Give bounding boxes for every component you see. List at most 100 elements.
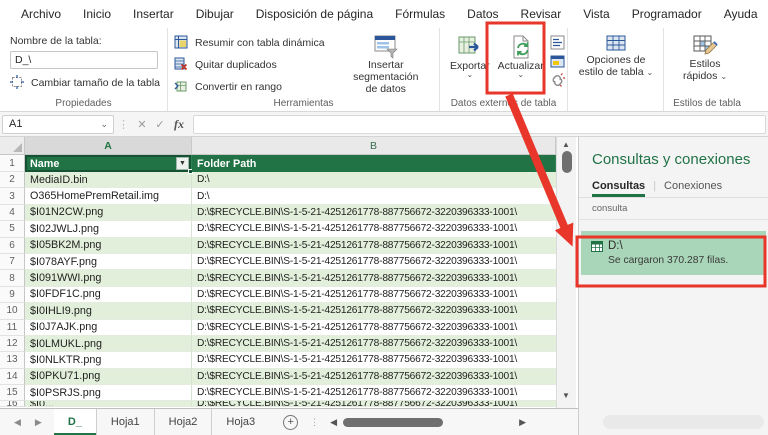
cell-name[interactable]: $I0FDF1C.png xyxy=(25,286,192,304)
pivot-summarize-button[interactable]: Resumir con tabla dinámica xyxy=(174,34,325,52)
row-number[interactable]: 6 xyxy=(0,237,25,254)
cell-path[interactable]: D:\$RECYCLE.BIN\S-1-5-21-4251261778-8877… xyxy=(192,368,556,386)
tab-revisar[interactable]: Revisar xyxy=(510,0,573,28)
cell-path[interactable]: D:\ xyxy=(192,172,556,189)
scroll-left-icon[interactable]: ◀ xyxy=(330,417,337,428)
cell-name[interactable]: $I0PKU71.png xyxy=(25,368,192,386)
sheet-tab-hoja1[interactable]: Hoja1 xyxy=(97,409,155,435)
tab-disposicion[interactable]: Disposición de página xyxy=(245,0,384,28)
table-row[interactable]: 5 $I02JWLJ.png D:\$RECYCLE.BIN\S-1-5-21-… xyxy=(0,221,556,238)
table-row[interactable]: 4 $I01N2CW.png D:\$RECYCLE.BIN\S-1-5-21-… xyxy=(0,204,556,222)
table-row[interactable]: 9 $I0FDF1C.png D:\$RECYCLE.BIN\S-1-5-21-… xyxy=(0,286,556,304)
horizontal-scroll-thumb[interactable] xyxy=(343,417,444,427)
cell-path[interactable]: D:\$RECYCLE.BIN\S-1-5-21-4251261778-8877… xyxy=(192,335,556,353)
cell-path[interactable]: D:\$RECYCLE.BIN\S-1-5-21-4251261778-8877… xyxy=(192,270,556,287)
table-row[interactable]: 15 $I0PSRJS.png D:\$RECYCLE.BIN\S-1-5-21… xyxy=(0,385,556,402)
tab-datos[interactable]: Datos xyxy=(456,0,509,28)
table-row[interactable]: 10 $I0IHLI9.png D:\$RECYCLE.BIN\S-1-5-21… xyxy=(0,303,556,320)
cell-path[interactable]: D:\ xyxy=(192,188,556,205)
tab-insertar[interactable]: Insertar xyxy=(122,0,185,28)
row-number[interactable]: 12 xyxy=(0,335,25,353)
cell-path[interactable]: D:\$RECYCLE.BIN\S-1-5-21-4251261778-8877… xyxy=(192,352,556,369)
table-style-options-button[interactable]: Opciones de estilo de tabla ⌄ xyxy=(574,32,658,80)
cell-name[interactable]: O365HomePremRetail.img xyxy=(25,188,192,205)
row-number[interactable]: 11 xyxy=(0,319,25,336)
column-header-b[interactable]: B xyxy=(192,137,556,155)
row-number[interactable]: 8 xyxy=(0,270,25,287)
cell-name[interactable]: $I078AYF.png xyxy=(25,253,192,271)
table-name-input[interactable] xyxy=(10,51,158,69)
tab-inicio[interactable]: Inicio xyxy=(72,0,122,28)
properties-icon[interactable] xyxy=(550,35,566,51)
sheet-tab-hoja2[interactable]: Hoja2 xyxy=(155,409,213,435)
convert-to-range-button[interactable]: Convertir en rango xyxy=(174,78,325,96)
sheet-tab-hoja3[interactable]: Hoja3 xyxy=(212,409,269,435)
table-row[interactable]: 16 $I0... D:\$RECYCLE.BIN\S-1-5-21-42512… xyxy=(0,401,556,408)
cell-path[interactable]: D:\$RECYCLE.BIN\S-1-5-21-4251261778-8877… xyxy=(192,287,556,304)
sheet-nav-right-icon[interactable]: ▶ xyxy=(35,417,42,428)
insert-slicer-button[interactable]: Insertar segmentación de datos xyxy=(339,32,433,97)
insert-function-icon[interactable]: fx xyxy=(169,117,189,132)
table-row[interactable]: 6 $I05BK2M.png D:\$RECYCLE.BIN\S-1-5-21-… xyxy=(0,237,556,254)
enter-icon[interactable]: ✓ xyxy=(151,118,169,131)
tab-formulas[interactable]: Fórmulas xyxy=(384,0,456,28)
table-row[interactable]: 11 $I0J7AJK.png D:\$RECYCLE.BIN\S-1-5-21… xyxy=(0,319,556,336)
panel-tab-conexiones[interactable]: Conexiones xyxy=(664,180,722,196)
row-number[interactable]: 7 xyxy=(0,253,25,271)
cell-name[interactable]: $I0... xyxy=(25,401,192,408)
cell-name[interactable]: MediaID.bin xyxy=(25,172,192,189)
cell-path[interactable]: D:\$RECYCLE.BIN\S-1-5-21-4251261778-8877… xyxy=(192,401,556,408)
scroll-up-icon[interactable]: ▲ xyxy=(562,140,570,149)
tab-ayuda[interactable]: Ayuda xyxy=(713,0,768,28)
table-row[interactable]: 7 $I078AYF.png D:\$RECYCLE.BIN\S-1-5-21-… xyxy=(0,253,556,271)
cell-path[interactable]: D:\$RECYCLE.BIN\S-1-5-21-4251261778-8877… xyxy=(192,237,556,254)
quick-styles-button[interactable]: Estilos rápidos ⌄ xyxy=(670,32,740,84)
cell-path[interactable]: D:\$RECYCLE.BIN\S-1-5-21-4251261778-8877… xyxy=(192,254,556,271)
row-number[interactable]: 2 xyxy=(0,172,25,189)
cell-name[interactable]: $I05BK2M.png xyxy=(25,237,192,254)
cell-path[interactable]: D:\$RECYCLE.BIN\S-1-5-21-4251261778-8877… xyxy=(192,204,556,222)
row-number[interactable]: 10 xyxy=(0,303,25,320)
name-box-chevron-icon[interactable]: ⌄ xyxy=(100,119,113,130)
open-in-browser-icon[interactable] xyxy=(550,54,566,70)
table-row[interactable]: 12 $I0LMUKL.png D:\$RECYCLE.BIN\S-1-5-21… xyxy=(0,335,556,353)
cell-path[interactable]: D:\$RECYCLE.BIN\S-1-5-21-4251261778-8877… xyxy=(192,303,556,320)
cell-path[interactable]: D:\$RECYCLE.BIN\S-1-5-21-4251261778-8877… xyxy=(192,320,556,336)
table-row[interactable]: 8 $I091WWI.png D:\$RECYCLE.BIN\S-1-5-21-… xyxy=(0,270,556,287)
refresh-dropdown-chevron[interactable]: ⌄ xyxy=(517,71,524,79)
add-sheet-icon[interactable]: + xyxy=(283,414,299,430)
cell-name[interactable]: $I0PSRJS.png xyxy=(25,385,192,402)
tab-programador[interactable]: Programador xyxy=(621,0,713,28)
table-row[interactable]: 14 $I0PKU71.png D:\$RECYCLE.BIN\S-1-5-21… xyxy=(0,368,556,386)
row-number[interactable]: 16 xyxy=(0,401,25,408)
row-number[interactable]: 14 xyxy=(0,368,25,386)
scroll-right-icon[interactable]: ▶ xyxy=(519,417,526,428)
export-button[interactable]: Exportar ⌄ xyxy=(446,32,494,97)
cell-name[interactable]: $I0LMUKL.png xyxy=(25,335,192,353)
cell-name[interactable]: $I0NLKTR.png xyxy=(25,352,192,369)
quick-styles-chevron[interactable]: ⌄ xyxy=(720,72,727,81)
tab-archivo[interactable]: Archivo xyxy=(10,0,72,28)
row-number[interactable]: 15 xyxy=(0,385,25,402)
cell-name[interactable]: $I0J7AJK.png xyxy=(25,319,192,336)
remove-duplicates-button[interactable]: Quitar duplicados xyxy=(174,56,325,74)
cell-name[interactable]: $I02JWLJ.png xyxy=(25,221,192,238)
cell-path[interactable]: D:\$RECYCLE.BIN\S-1-5-21-4251261778-8877… xyxy=(192,221,556,238)
sheet-tab-d[interactable]: D_ xyxy=(53,409,97,435)
table-row[interactable]: 2 MediaID.bin D:\ xyxy=(0,172,556,189)
vertical-scrollbar[interactable]: ▲ ▼ xyxy=(556,137,576,408)
cancel-icon[interactable]: ✕ xyxy=(133,118,151,131)
tab-dibujar[interactable]: Dibujar xyxy=(185,0,245,28)
table-row[interactable]: 3 O365HomePremRetail.img D:\ xyxy=(0,188,556,205)
row-number[interactable]: 1 xyxy=(0,155,25,172)
vertical-scroll-thumb[interactable] xyxy=(562,151,572,173)
refresh-button[interactable]: Actualizar ⌄ xyxy=(494,32,548,97)
cell-name[interactable]: $I091WWI.png xyxy=(25,270,192,287)
panel-tab-consultas[interactable]: Consultas xyxy=(592,180,646,197)
select-all-corner[interactable] xyxy=(0,137,25,155)
unlink-icon[interactable] xyxy=(550,73,566,89)
name-box[interactable]: A1 ⌄ xyxy=(2,114,114,134)
cell-name[interactable]: $I01N2CW.png xyxy=(25,204,192,222)
tab-vista[interactable]: Vista xyxy=(572,0,620,28)
row-number[interactable]: 5 xyxy=(0,221,25,238)
